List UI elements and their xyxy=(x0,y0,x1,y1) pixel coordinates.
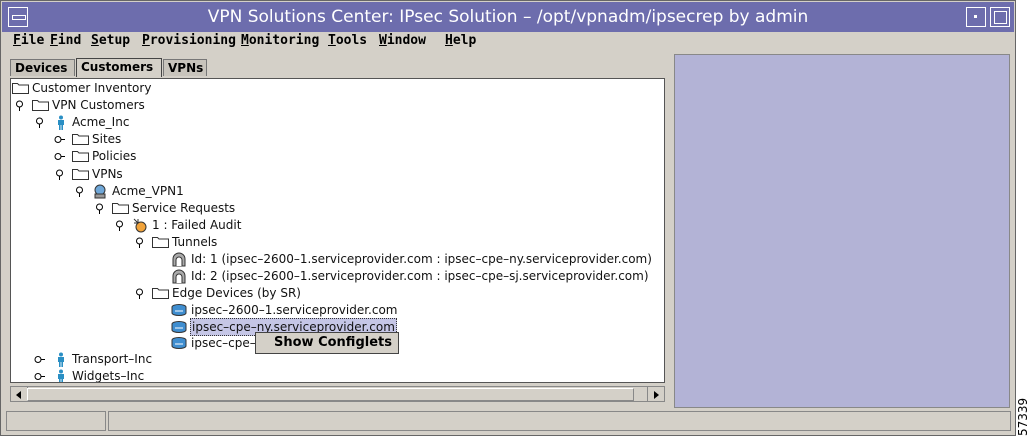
horizontal-scrollbar[interactable] xyxy=(10,386,665,402)
expand-icon[interactable] xyxy=(54,151,65,162)
router-icon xyxy=(171,337,187,350)
menu-monitoring[interactable]: Monitoring xyxy=(241,33,319,48)
detail-panel xyxy=(674,54,1010,408)
menu-tools[interactable]: Tools xyxy=(328,33,367,48)
service-request-icon xyxy=(133,218,147,233)
menu-file[interactable]: File xyxy=(13,33,44,48)
collapse-icon[interactable] xyxy=(134,288,145,299)
customer-icon xyxy=(58,369,64,382)
minimize-button[interactable] xyxy=(966,7,986,27)
folder-icon xyxy=(32,100,49,111)
folder-icon xyxy=(12,83,29,94)
tab-vpns[interactable]: VPNs xyxy=(163,59,207,76)
title-bar[interactable]: VPN Solutions Center: IPsec Solution – /… xyxy=(2,2,1014,32)
folder-icon xyxy=(112,203,129,214)
tunnel-icon xyxy=(172,269,186,284)
arrow-right-icon xyxy=(654,391,659,399)
status-bar xyxy=(6,411,1011,431)
status-cell-left xyxy=(6,411,106,431)
customer-icon xyxy=(58,115,64,130)
folder-icon xyxy=(72,134,89,145)
menu-find[interactable]: Find xyxy=(50,33,81,48)
navigation-panel: Devices Customers VPNs Customer Inventor… xyxy=(6,56,669,408)
tunnel-icon xyxy=(172,252,186,267)
collapse-icon[interactable] xyxy=(94,203,105,214)
menu-window[interactable]: Window xyxy=(379,33,426,48)
tab-customers[interactable]: Customers xyxy=(76,58,162,77)
customer-tree: Customer Inventory VPN Customers Acme_In… xyxy=(11,79,664,382)
scroll-right-button[interactable] xyxy=(647,387,664,401)
application-window: VPN Solutions Center: IPsec Solution – /… xyxy=(0,0,1016,436)
scrollbar-thumb[interactable] xyxy=(27,388,634,401)
router-icon xyxy=(171,304,187,317)
window-title: VPN Solutions Center: IPsec Solution – /… xyxy=(207,7,809,27)
router-icon xyxy=(171,321,187,334)
expand-icon[interactable] xyxy=(34,354,45,365)
folder-icon xyxy=(152,288,169,299)
expand-icon[interactable] xyxy=(34,371,45,382)
tab-devices[interactable]: Devices xyxy=(10,59,75,76)
collapse-icon[interactable] xyxy=(54,169,65,180)
status-cell-right xyxy=(108,411,1011,431)
collapse-icon[interactable] xyxy=(14,100,25,111)
collapse-icon[interactable] xyxy=(74,186,85,197)
expand-icon[interactable] xyxy=(54,134,65,145)
collapse-icon[interactable] xyxy=(134,237,145,248)
customer-icon xyxy=(58,352,64,367)
menu-help[interactable]: Help xyxy=(445,33,476,48)
menu-provisioning[interactable]: Provisioning xyxy=(142,33,236,48)
scroll-left-button[interactable] xyxy=(11,387,28,401)
maximize-button[interactable] xyxy=(990,7,1010,27)
folder-icon xyxy=(152,237,169,248)
folder-icon xyxy=(72,151,89,162)
arrow-left-icon xyxy=(16,391,21,399)
show-configlets-menu-item[interactable]: Show Configlets xyxy=(274,335,392,350)
context-menu: Show Configlets xyxy=(255,332,399,354)
collapse-icon[interactable] xyxy=(114,220,125,231)
collapse-icon[interactable] xyxy=(34,117,45,128)
folder-icon xyxy=(72,169,89,180)
figure-id: 57339 xyxy=(1016,397,1030,436)
vpn-icon xyxy=(94,184,106,199)
menu-setup[interactable]: Setup xyxy=(91,33,130,48)
